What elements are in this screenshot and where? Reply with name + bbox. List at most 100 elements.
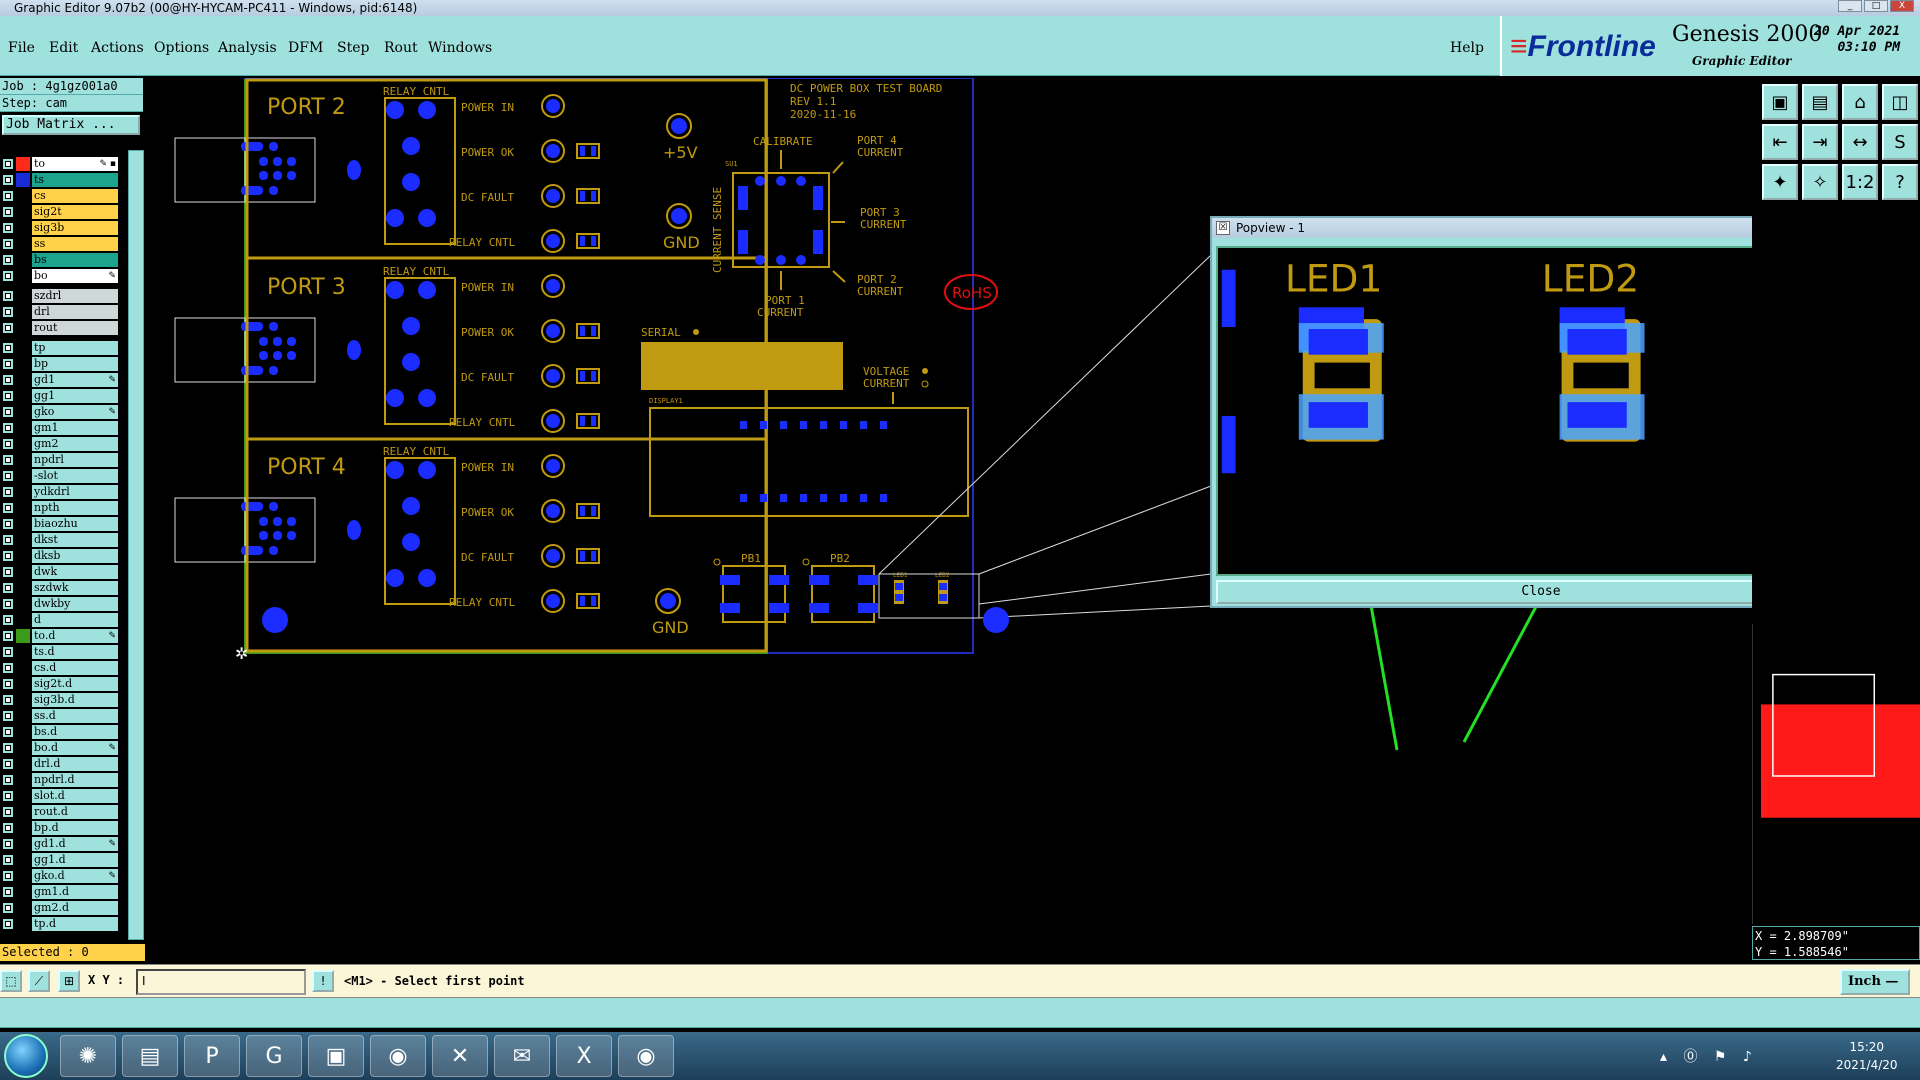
- layer-row-gd1[interactable]: gd1 ✎: [0, 372, 118, 388]
- taskbar-app-genesis[interactable]: ◉: [618, 1035, 674, 1077]
- taskbar-app-excel[interactable]: X: [556, 1035, 612, 1077]
- layer-color-swatch[interactable]: [16, 597, 30, 611]
- measure-icon[interactable]: ⟋: [28, 970, 50, 992]
- layer-row-rout[interactable]: rout: [0, 320, 118, 336]
- layer-checkbox[interactable]: [2, 438, 14, 450]
- layer-checkbox[interactable]: [2, 614, 14, 626]
- layer-color-swatch[interactable]: [16, 613, 30, 627]
- layer-color-swatch[interactable]: [16, 709, 30, 723]
- layer-checkbox[interactable]: [2, 158, 14, 170]
- minimize-button[interactable]: _: [1838, 0, 1862, 12]
- layer-row-szdwk[interactable]: szdwk: [0, 580, 118, 596]
- layer-color-swatch[interactable]: [16, 453, 30, 467]
- layer-row-gg1[interactable]: gg1: [0, 388, 118, 404]
- taskbar-clock[interactable]: 15:20 2021/4/20: [1836, 1038, 1898, 1074]
- layer-row-rout.d[interactable]: rout.d: [0, 804, 118, 820]
- layer-checkbox[interactable]: [2, 838, 14, 850]
- maximize-button[interactable]: □: [1864, 0, 1888, 12]
- layer-color-swatch[interactable]: [16, 157, 30, 171]
- layer-row-bp[interactable]: bp: [0, 356, 118, 372]
- layer-checkbox[interactable]: [2, 806, 14, 818]
- layer-checkbox[interactable]: [2, 918, 14, 930]
- layer-checkbox[interactable]: [2, 630, 14, 642]
- grid-icon[interactable]: ⊞: [58, 970, 80, 992]
- toolbar-tool-icon[interactable]: 1:2: [1842, 164, 1878, 200]
- layer-checkbox[interactable]: [2, 886, 14, 898]
- layer-color-swatch[interactable]: [16, 289, 30, 303]
- menu-windows[interactable]: Windows: [428, 40, 492, 56]
- layer-color-swatch[interactable]: [16, 437, 30, 451]
- layer-row-ss[interactable]: ss: [0, 236, 118, 252]
- layer-row-dksb[interactable]: dksb: [0, 548, 118, 564]
- layer-color-swatch[interactable]: [16, 469, 30, 483]
- taskbar-app-eye[interactable]: ◉: [370, 1035, 426, 1077]
- layer-checkbox[interactable]: [2, 822, 14, 834]
- layer-checkbox[interactable]: [2, 854, 14, 866]
- layer-row-gko[interactable]: gko ✎: [0, 404, 118, 420]
- layer-checkbox[interactable]: [2, 726, 14, 738]
- layer-row-dwk[interactable]: dwk: [0, 564, 118, 580]
- menu-edit[interactable]: Edit: [49, 40, 78, 56]
- popview-canvas[interactable]: LED1 LED2: [1216, 246, 1836, 576]
- layer-checkbox[interactable]: [2, 486, 14, 498]
- layer-color-swatch[interactable]: [16, 917, 30, 931]
- layer-color-swatch[interactable]: [16, 581, 30, 595]
- layer-color-swatch[interactable]: [16, 421, 30, 435]
- start-button[interactable]: [4, 1034, 48, 1078]
- system-tray[interactable]: ▴ ⓪ ⚑ ♪: [1660, 1046, 1758, 1066]
- layer-checkbox[interactable]: [2, 646, 14, 658]
- overview-map[interactable]: [1752, 624, 1920, 924]
- layer-row-gm2.d[interactable]: gm2.d: [0, 900, 118, 916]
- layer-checkbox[interactable]: [2, 406, 14, 418]
- layer-color-swatch[interactable]: [16, 253, 30, 267]
- layer-color-swatch[interactable]: [16, 373, 30, 387]
- layer-row-gm1[interactable]: gm1: [0, 420, 118, 436]
- layer-row-bo[interactable]: bo ✎: [0, 268, 118, 284]
- layer-row-bs.d[interactable]: bs.d: [0, 724, 118, 740]
- layer-color-swatch[interactable]: [16, 389, 30, 403]
- layer-color-swatch[interactable]: [16, 221, 30, 235]
- layer-color-swatch[interactable]: [16, 205, 30, 219]
- menu-dfm[interactable]: DFM: [288, 40, 323, 56]
- layer-color-swatch[interactable]: [16, 789, 30, 803]
- layer-row-sig2t.d[interactable]: sig2t.d: [0, 676, 118, 692]
- layer-checkbox[interactable]: [2, 322, 14, 334]
- layer-row-cs[interactable]: cs: [0, 188, 118, 204]
- layer-checkbox[interactable]: [2, 454, 14, 466]
- layer-row-ts[interactable]: ts: [0, 172, 118, 188]
- toolbar-tool-icon[interactable]: ⇤: [1762, 124, 1798, 160]
- layer-row-bo.d[interactable]: bo.d ✎: [0, 740, 118, 756]
- job-matrix-button[interactable]: Job Matrix ...: [2, 115, 140, 135]
- layer-color-swatch[interactable]: [16, 805, 30, 819]
- layer-checkbox[interactable]: [2, 374, 14, 386]
- layer-row-tp[interactable]: tp: [0, 340, 118, 356]
- layer-color-swatch[interactable]: [16, 725, 30, 739]
- layer-checkbox[interactable]: [2, 758, 14, 770]
- layer-checkbox[interactable]: [2, 238, 14, 250]
- layer-color-swatch[interactable]: [16, 901, 30, 915]
- layer-checkbox[interactable]: [2, 742, 14, 754]
- snap-icon[interactable]: ⬚: [0, 970, 22, 992]
- toolbar-tool-icon[interactable]: S: [1882, 124, 1918, 160]
- layer-color-swatch[interactable]: [16, 837, 30, 851]
- xy-input[interactable]: I: [136, 969, 306, 995]
- layer-color-swatch[interactable]: [16, 773, 30, 787]
- layer-row-bs[interactable]: bs: [0, 252, 118, 268]
- layer-color-swatch[interactable]: [16, 189, 30, 203]
- layer-color-swatch[interactable]: [16, 533, 30, 547]
- layer-row-gm1.d[interactable]: gm1.d: [0, 884, 118, 900]
- taskbar-app-notepad[interactable]: ▤: [122, 1035, 178, 1077]
- layer-row-ts.d[interactable]: ts.d: [0, 644, 118, 660]
- layer-color-swatch[interactable]: [16, 645, 30, 659]
- layer-checkbox[interactable]: [2, 582, 14, 594]
- layer-checkbox[interactable]: [2, 550, 14, 562]
- layer-checkbox[interactable]: [2, 566, 14, 578]
- layer-color-swatch[interactable]: [16, 269, 30, 283]
- layer-checkbox[interactable]: [2, 710, 14, 722]
- layer-row-slot.d[interactable]: slot.d: [0, 788, 118, 804]
- toolbar-tool-icon[interactable]: ◫: [1882, 84, 1918, 120]
- layer-checkbox[interactable]: [2, 190, 14, 202]
- layer-checkbox[interactable]: [2, 206, 14, 218]
- layer-row-dwkby[interactable]: dwkby: [0, 596, 118, 612]
- layer-color-swatch[interactable]: [16, 549, 30, 563]
